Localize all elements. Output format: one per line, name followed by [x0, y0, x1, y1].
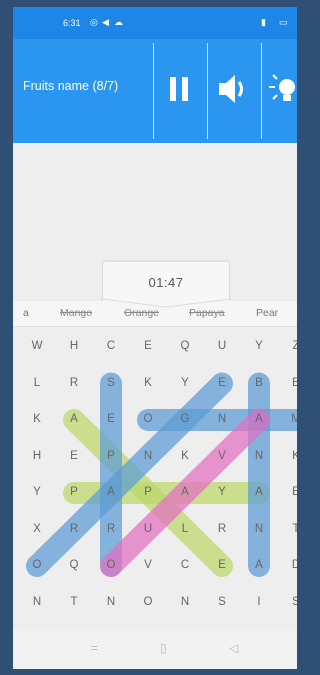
grid-letter[interactable]: E: [212, 377, 232, 389]
grid-letter[interactable]: E: [101, 413, 121, 425]
grid-letter[interactable]: Q: [64, 559, 84, 571]
grid-letter[interactable]: N: [249, 523, 269, 535]
whatsapp-icon: ◎: [90, 17, 98, 27]
grid-letter[interactable]: A: [101, 486, 121, 498]
grid-letter[interactable]: I: [249, 596, 269, 608]
grid-letter[interactable]: R: [212, 523, 232, 535]
grid-letter[interactable]: Y: [175, 377, 195, 389]
grid-letter[interactable]: P: [138, 486, 158, 498]
grid-letter[interactable]: O: [27, 559, 47, 571]
grid-letter[interactable]: P: [64, 486, 84, 498]
grid-letter[interactable]: R: [101, 523, 121, 535]
grid-letter[interactable]: N: [249, 450, 269, 462]
hint-button[interactable]: [267, 69, 297, 109]
grid-letter[interactable]: E: [286, 377, 297, 389]
grid-letter[interactable]: T: [286, 523, 297, 535]
grid-letter[interactable]: C: [101, 340, 121, 352]
grid-letter[interactable]: M: [286, 413, 297, 425]
grid-letter[interactable]: H: [27, 450, 47, 462]
grid-letter[interactable]: L: [175, 523, 195, 535]
phone-screen: 6:31 ◎ ◀ ☁ ▮ ▭ Fruits name (8/7) 01:47 a…: [13, 7, 297, 669]
grid-letter[interactable]: K: [175, 450, 195, 462]
grid-letter[interactable]: S: [101, 377, 121, 389]
grid-letter[interactable]: X: [27, 523, 47, 535]
timer-pointer: [102, 298, 230, 308]
sound-button[interactable]: [215, 69, 255, 109]
grid-letter[interactable]: A: [175, 486, 195, 498]
grid-letter[interactable]: Y: [27, 486, 47, 498]
grid-letter[interactable]: R: [64, 377, 84, 389]
grid-letter[interactable]: N: [138, 450, 158, 462]
grid-letter[interactable]: Y: [212, 486, 232, 498]
grid-letter[interactable]: N: [175, 596, 195, 608]
grid-letter[interactable]: Q: [175, 340, 195, 352]
nav-home-button[interactable]: =: [91, 641, 98, 655]
grid-letter[interactable]: U: [138, 523, 158, 535]
nav-recents-button[interactable]: ▯: [160, 641, 167, 655]
word-item: Mango: [60, 307, 93, 319]
grid-letter[interactable]: E: [64, 450, 84, 462]
lightbulb-icon: [269, 74, 295, 101]
grid-letter[interactable]: V: [138, 559, 158, 571]
grid-letter[interactable]: O: [138, 413, 158, 425]
battery-icon: ▭: [279, 17, 288, 27]
grid-letter[interactable]: R: [64, 523, 84, 535]
grid-letter[interactable]: V: [212, 450, 232, 462]
grid-letter[interactable]: S: [286, 596, 297, 608]
grid-letter[interactable]: K: [27, 413, 47, 425]
grid-letter[interactable]: G: [175, 413, 195, 425]
header-divider: [153, 43, 154, 139]
grid-letter[interactable]: O: [101, 559, 121, 571]
status-bar: 6:31 ◎ ◀ ☁ ▮ ▭: [13, 7, 297, 39]
word-item: Pear: [256, 307, 279, 319]
letter-grid[interactable]: W H C E Q U Y Z L R S K Y E B E K A E O G N A M H E P N K V N K Y P A P A Y A E…: [13, 331, 297, 629]
nav-back-button[interactable]: ◁: [229, 641, 238, 655]
pause-button[interactable]: [161, 69, 201, 109]
grid-letter[interactable]: E: [138, 340, 158, 352]
grid-letter[interactable]: A: [249, 413, 269, 425]
status-time: 6:31: [63, 18, 81, 28]
puzzle-title: Fruits name (8/7): [23, 79, 119, 93]
grid-letter[interactable]: A: [64, 413, 84, 425]
cloud-icon: ☁: [114, 17, 123, 27]
grid-letter[interactable]: E: [212, 559, 232, 571]
grid-letter[interactable]: K: [286, 450, 297, 462]
grid-letter[interactable]: T: [64, 596, 84, 608]
grid-letter[interactable]: C: [175, 559, 195, 571]
grid-letter[interactable]: P: [101, 450, 121, 462]
navigation-bar: = ▯ ◁: [13, 629, 297, 669]
send-icon: ◀: [102, 17, 109, 27]
timer-value: 01:47: [148, 275, 184, 290]
grid-letter[interactable]: E: [286, 486, 297, 498]
grid-letter[interactable]: S: [212, 596, 232, 608]
grid-letter[interactable]: U: [212, 340, 232, 352]
pause-icon: [170, 77, 188, 101]
header-divider: [261, 43, 262, 139]
word-item: a: [23, 307, 29, 319]
grid-letter[interactable]: N: [212, 413, 232, 425]
grid-letter[interactable]: O: [138, 596, 158, 608]
game-header: Fruits name (8/7): [13, 39, 297, 143]
grid-letter[interactable]: L: [27, 377, 47, 389]
grid-letter[interactable]: H: [64, 340, 84, 352]
grid-letter[interactable]: Z: [286, 340, 297, 352]
grid-letter[interactable]: W: [27, 340, 47, 352]
grid-letter[interactable]: K: [138, 377, 158, 389]
grid-letter[interactable]: A: [249, 486, 269, 498]
grid-letter[interactable]: A: [249, 559, 269, 571]
speaker-icon: [219, 75, 243, 103]
header-divider: [207, 43, 208, 139]
grid-letter[interactable]: D: [286, 559, 297, 571]
grid-letter[interactable]: N: [27, 596, 47, 608]
signal-icon: ▮: [261, 17, 266, 27]
grid-letter[interactable]: Y: [249, 340, 269, 352]
grid-letter[interactable]: B: [249, 377, 269, 389]
grid-letter[interactable]: N: [101, 596, 121, 608]
